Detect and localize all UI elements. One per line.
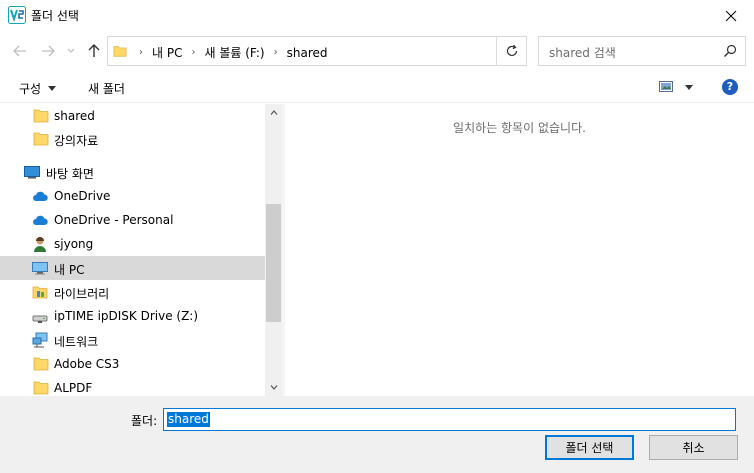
- recent-locations-button[interactable]: [60, 40, 82, 62]
- nav-item-desktop[interactable]: 바탕 화면: [0, 160, 265, 184]
- nav-item-network-drive[interactable]: ipTIME ipDISK Drive (Z:): [0, 304, 265, 328]
- library-icon: [32, 286, 48, 299]
- organize-label: 구성: [19, 82, 42, 96]
- back-button[interactable]: [9, 40, 31, 62]
- nav-item-libraries[interactable]: 라이브러리: [0, 280, 265, 304]
- cloud-icon: [33, 215, 48, 225]
- view-options-button[interactable]: [659, 81, 693, 93]
- arrow-right-icon: [42, 45, 55, 57]
- nav-item-label: 라이브러리: [54, 287, 110, 301]
- nav-item-alpdf[interactable]: ALPDF: [0, 376, 265, 396]
- nav-item-label: sjyong: [54, 237, 94, 251]
- new-folder-button[interactable]: 새 폴더: [88, 80, 125, 97]
- select-folder-button[interactable]: 폴더 선택: [545, 435, 634, 460]
- nav-item-label: Adobe CS3: [54, 357, 120, 371]
- folder-icon: [33, 132, 49, 146]
- arrow-up-icon: [88, 44, 100, 57]
- chevron-right-icon[interactable]: ›: [139, 47, 143, 58]
- search-icon[interactable]: [723, 44, 737, 58]
- nav-item-user[interactable]: sjyong: [0, 232, 265, 256]
- user-icon: [34, 237, 46, 252]
- nav-item-network[interactable]: 네트워크: [0, 328, 265, 352]
- nav-item-onedrive[interactable]: OneDrive: [0, 184, 265, 208]
- organize-menu-button[interactable]: 구성: [19, 80, 57, 97]
- caret-down-icon: [48, 86, 57, 91]
- nav-item-onedrive-personal[interactable]: OneDrive - Personal: [0, 208, 265, 232]
- nav-item-label: OneDrive: [54, 189, 111, 203]
- nav-item-this-pc[interactable]: 내 PC: [0, 256, 265, 280]
- folder-name-value: shared: [167, 412, 210, 427]
- scroll-down-button[interactable]: [265, 379, 282, 396]
- folder-name-input[interactable]: shared: [163, 408, 736, 431]
- caret-down-icon: [685, 84, 693, 90]
- arrow-left-icon: [13, 45, 26, 57]
- scroll-thumb[interactable]: [266, 204, 281, 322]
- file-list-pane[interactable]: 일치하는 항목이 없습니다.: [285, 104, 754, 396]
- nav-item-label: OneDrive - Personal: [54, 213, 174, 227]
- cancel-button[interactable]: 취소: [649, 435, 738, 460]
- refresh-button[interactable]: [496, 37, 526, 65]
- network-icon: [32, 332, 48, 348]
- navigation-bar: › 내 PC › 새 볼륨 (F:) › shared shared 검색: [0, 31, 754, 71]
- scroll-up-button[interactable]: [265, 104, 282, 121]
- breadcrumb-item[interactable]: 새 볼륨 (F:): [204, 44, 264, 61]
- dialog-footer: 폴더: shared 폴더 선택 취소: [0, 396, 754, 473]
- chevron-down-icon: [270, 385, 277, 390]
- address-bar[interactable]: › 내 PC › 새 볼륨 (F:) › shared: [107, 36, 527, 66]
- breadcrumb: › 내 PC › 새 볼륨 (F:) › shared: [135, 44, 328, 61]
- folder-icon: [33, 357, 49, 371]
- nav-item-label: 바탕 화면: [46, 167, 94, 181]
- breadcrumb-item[interactable]: shared: [287, 46, 328, 60]
- nav-item-label: 네트워크: [54, 335, 99, 349]
- nav-item-label: ipTIME ipDISK Drive (Z:): [54, 309, 199, 323]
- navigation-pane: shared 강의자료 바탕 화면 OneDrive OneDrive - Pe…: [0, 104, 282, 396]
- nav-item-lecture-materials[interactable]: 강의자료: [0, 127, 265, 151]
- up-button[interactable]: [83, 40, 105, 62]
- window-title: 폴더 선택: [31, 9, 79, 23]
- nav-item-label: 강의자료: [54, 134, 99, 148]
- folder-icon: [33, 109, 49, 123]
- nav-item-label: ALPDF: [54, 381, 93, 395]
- network-drive-icon: [32, 315, 48, 323]
- close-icon: [725, 10, 737, 21]
- search-box[interactable]: shared 검색: [538, 36, 746, 66]
- chevron-right-icon[interactable]: ›: [274, 47, 278, 58]
- chevron-down-icon: [67, 48, 75, 53]
- chevron-right-icon[interactable]: ›: [191, 47, 195, 58]
- app-logo-icon: [8, 6, 26, 24]
- folder-icon: [113, 46, 127, 57]
- breadcrumb-item[interactable]: 내 PC: [152, 44, 182, 61]
- command-bar: 구성 새 폴더 ?: [0, 71, 754, 103]
- nav-item-adobe-cs3[interactable]: Adobe CS3: [0, 352, 265, 376]
- desktop-icon: [24, 166, 40, 179]
- refresh-icon: [506, 44, 517, 57]
- close-button[interactable]: [708, 0, 754, 31]
- nav-item-shared[interactable]: shared: [0, 104, 265, 128]
- computer-icon: [32, 262, 48, 275]
- search-input[interactable]: shared 검색: [549, 44, 616, 61]
- chevron-up-icon: [270, 110, 277, 115]
- navigation-pane-scrollbar[interactable]: [265, 104, 282, 396]
- view-icon: [659, 81, 673, 92]
- title-bar: 폴더 선택: [0, 0, 754, 31]
- empty-message: 일치하는 항목이 없습니다.: [453, 121, 586, 135]
- folder-label: 폴더:: [131, 414, 158, 428]
- folder-icon: [33, 381, 49, 395]
- cloud-icon: [33, 191, 48, 201]
- help-icon[interactable]: ?: [722, 79, 738, 95]
- nav-item-label: 내 PC: [54, 263, 85, 277]
- nav-item-label: shared: [54, 109, 95, 123]
- forward-button[interactable]: [37, 40, 59, 62]
